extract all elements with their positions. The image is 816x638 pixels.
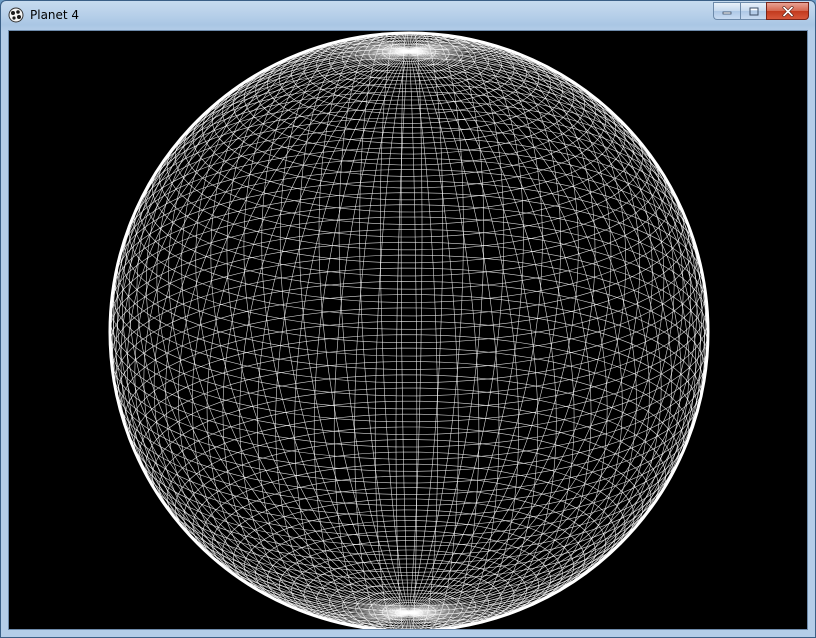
close-button[interactable] [766, 2, 809, 20]
maximize-button[interactable] [740, 2, 766, 20]
paint-palette-icon [8, 7, 24, 23]
app-window: Planet 4 [0, 0, 816, 638]
close-icon [782, 5, 793, 17]
drawing-area[interactable] [8, 30, 808, 630]
window-title: Planet 4 [30, 8, 80, 22]
caption-buttons [713, 2, 809, 20]
title-bar[interactable]: Planet 4 [1, 1, 815, 30]
maximize-icon [749, 7, 758, 15]
wireframe-planet [9, 31, 807, 629]
minimize-button[interactable] [713, 2, 740, 20]
minimize-icon [722, 11, 732, 15]
